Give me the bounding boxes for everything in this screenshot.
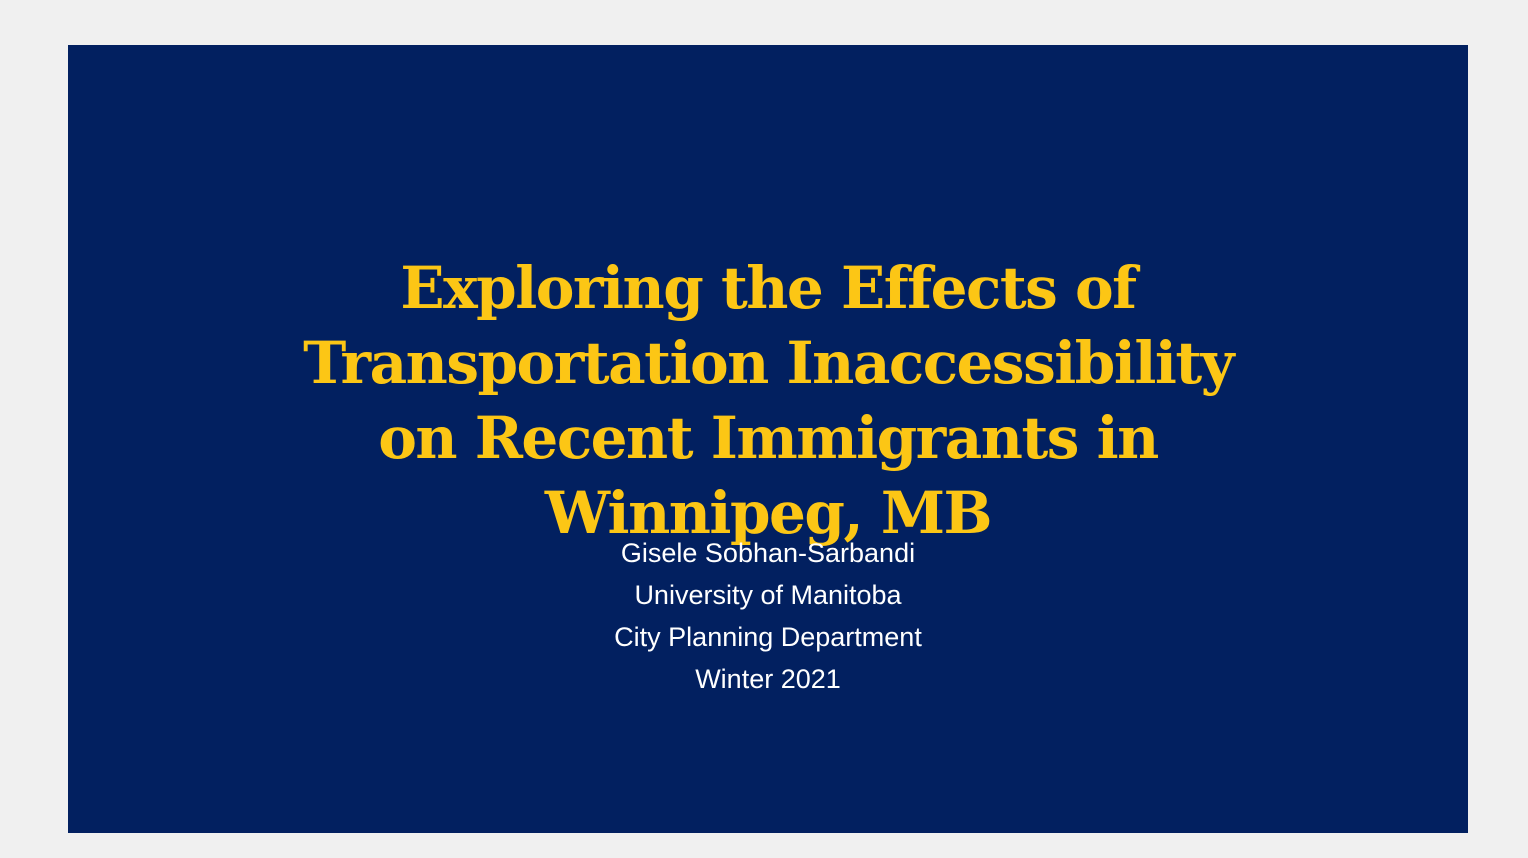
slide-title-line-1: Exploring the Effects of [400, 254, 1137, 322]
institution-name: University of Manitoba [634, 580, 902, 610]
presentation-viewer: Exploring the Effects of Transportation … [0, 0, 1528, 858]
department-name: City Planning Department [614, 622, 922, 652]
term-label: Winter 2021 [695, 664, 841, 694]
slide-title-line-3: on Recent Immigrants in [378, 404, 1159, 472]
slide-title: Exploring the Effects of Transportation … [68, 251, 1468, 551]
slide-subtitle-block: Gisele Sobhan-Sarbandi University of Man… [68, 532, 1468, 700]
author-name: Gisele Sobhan-Sarbandi [620, 538, 916, 568]
title-slide: Exploring the Effects of Transportation … [68, 45, 1468, 833]
slide-title-line-2: Transportation Inaccessibility [303, 329, 1234, 397]
